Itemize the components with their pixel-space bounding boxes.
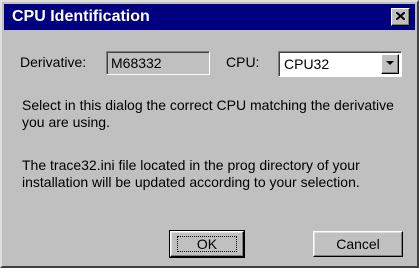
derivative-field: M68332 bbox=[106, 51, 210, 75]
cancel-button[interactable]: Cancel bbox=[313, 231, 403, 257]
cpu-select[interactable]: CPU32 bbox=[278, 51, 402, 77]
close-button[interactable] bbox=[391, 8, 410, 26]
cpu-identification-dialog: CPU Identification Derivative: M68332 CP… bbox=[0, 0, 419, 268]
derivative-label: Derivative: bbox=[20, 54, 87, 70]
title-bar[interactable]: CPU Identification bbox=[4, 4, 415, 30]
cancel-button-label: Cancel bbox=[336, 236, 380, 252]
cpu-select-value: CPU32 bbox=[284, 56, 330, 72]
instruction-text: Select in this dialog the correct CPU ma… bbox=[22, 97, 394, 130]
close-icon bbox=[396, 12, 405, 20]
ok-button[interactable]: OK bbox=[169, 230, 245, 258]
chevron-down-icon bbox=[386, 61, 394, 65]
cpu-label: CPU: bbox=[226, 54, 260, 70]
cpu-dropdown-button[interactable] bbox=[381, 54, 399, 74]
update-info-text: The trace32.ini file located in the prog… bbox=[22, 157, 360, 190]
dialog-title: CPU Identification bbox=[12, 8, 150, 25]
ok-button-label: OK bbox=[196, 236, 218, 252]
